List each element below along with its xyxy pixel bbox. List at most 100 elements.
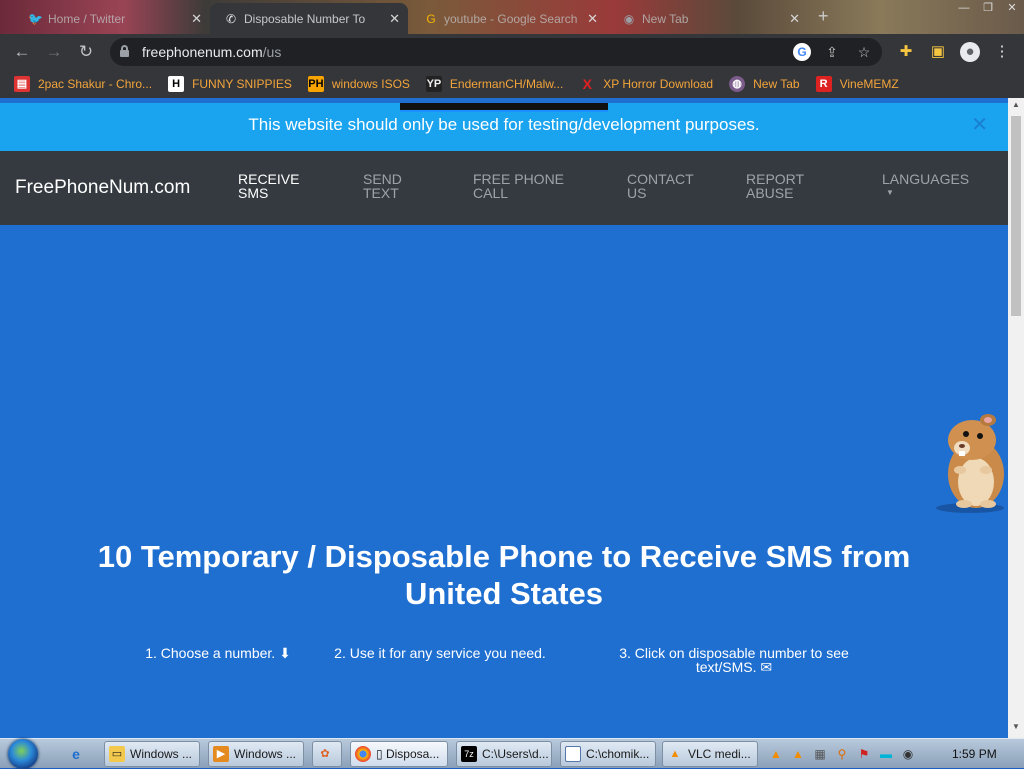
taskbar-item-folder-window[interactable]: C:\chomik...	[560, 741, 656, 767]
taskbar-item-explorer[interactable]: ▭ Windows ...	[104, 741, 200, 767]
search-tray-icon[interactable]: ⚲	[831, 747, 853, 761]
volume-tray-icon[interactable]: ◉	[897, 747, 919, 761]
taskbar-item-media-player[interactable]: ▶ Windows ...	[208, 741, 304, 767]
url-domain: freephonenum.com	[142, 44, 263, 60]
back-button[interactable]: ←	[12, 42, 32, 62]
nav-report-abuse[interactable]: REPORT ABUSE	[746, 172, 804, 200]
bookmark-new-tab[interactable]: ◍ New Tab	[729, 76, 800, 92]
restore-icon[interactable]: ❐	[976, 0, 1000, 18]
nav-languages-dropdown[interactable]: LANGUAGES ▼	[882, 172, 969, 200]
bookmark-label: XP Horror Download	[603, 77, 714, 91]
7zip-icon: 7z	[461, 746, 477, 762]
nav-receive-sms[interactable]: RECEIVE SMS	[238, 172, 299, 200]
site-brand[interactable]: FreePhoneNum.com	[15, 177, 190, 199]
network-tray-icon[interactable]: ▦	[809, 747, 831, 761]
step-choose-number: 1. Choose a number. ⬇	[140, 646, 296, 660]
close-icon[interactable]: ✕	[191, 11, 202, 27]
bookmark-funny-snippies[interactable]: H FUNNY SNIPPIES	[168, 76, 292, 92]
bookmark-label: VineMEMZ	[839, 77, 899, 91]
tab-google-search[interactable]: G youtube - Google Search ✕	[410, 3, 606, 34]
extensions-icon[interactable]: ✚	[896, 42, 916, 62]
step-text: 2. Use it for any service you need.	[334, 645, 546, 661]
nav-send-text[interactable]: SEND TEXT	[363, 172, 402, 200]
close-icon[interactable]: ✕	[389, 11, 400, 27]
menu-kebab-icon[interactable]: ⋮	[992, 42, 1012, 62]
internet-explorer-icon[interactable]: e	[66, 744, 86, 764]
tab-twitter[interactable]: 🐦 Home / Twitter ✕	[14, 3, 210, 34]
new-tab-button[interactable]: +	[818, 6, 829, 27]
phone-icon: ✆	[225, 11, 237, 26]
vlc-tray-icon[interactable]: ▲	[787, 747, 809, 761]
system-tray: ▲ ▲ ▦ ⚲ ⚑ ▬ ◉	[765, 743, 919, 765]
scrollbar-thumb[interactable]	[1011, 116, 1021, 316]
lock-icon[interactable]	[120, 45, 129, 57]
vlc-tray-icon[interactable]: ▲	[765, 747, 787, 761]
bookmark-label: New Tab	[753, 77, 800, 91]
globe-icon: ◉	[623, 11, 635, 26]
step-text: text/SMS. ✉	[695, 659, 773, 675]
h-logo-icon: H	[168, 76, 185, 92]
close-window-icon[interactable]: ✕	[1000, 0, 1024, 18]
bookmark-windows-isos[interactable]: PH windows ISOS	[307, 76, 410, 92]
close-icon[interactable]: ✕	[971, 103, 988, 147]
taskbar-label: VLC medi...	[688, 747, 751, 761]
bookmark-star-icon[interactable]: ☆	[855, 43, 873, 61]
url-text: freephonenum.com/us	[142, 44, 281, 60]
taskbar-label: ▯ Disposa...	[376, 747, 440, 761]
scroll-up-arrow-icon[interactable]: ▲	[1008, 100, 1024, 114]
taskbar-clock[interactable]: 1:59 PM	[952, 747, 997, 761]
step-text: 1. Choose a number. ⬇	[145, 645, 291, 661]
page-scrollbar[interactable]: ▲ ▼	[1008, 98, 1024, 738]
hamster-mascot-icon[interactable]	[926, 404, 1008, 514]
browser-toolbar: ← → ↻ freephonenum.com/us G ⇪ ☆ ✚ ▣ ● ⋮	[0, 34, 1024, 70]
bookmark-endermanch[interactable]: YP EndermanCH/Malw...	[425, 76, 563, 92]
window-icon	[565, 746, 581, 762]
side-panel-icon[interactable]: ▣	[928, 42, 948, 62]
nav-free-phone-call[interactable]: FREE PHONE CALL	[473, 172, 564, 200]
google-lens-icon[interactable]: G	[793, 43, 811, 61]
taskbar-item-app[interactable]: ✿	[312, 741, 342, 767]
web-page: This website should only be used for tes…	[0, 98, 1008, 738]
share-icon[interactable]: ⇪	[823, 43, 841, 61]
profile-avatar-icon[interactable]: ●	[960, 42, 980, 62]
tab-new-tab[interactable]: ◉ New Tab ✕	[608, 3, 808, 34]
display-tray-icon[interactable]: ▬	[875, 747, 897, 761]
folder-icon: ▭	[109, 746, 125, 762]
bookmark-xp-horror[interactable]: X XP Horror Download	[579, 76, 714, 92]
scroll-down-arrow-icon[interactable]: ▼	[1008, 722, 1024, 736]
bookmark-label: windows ISOS	[331, 77, 410, 91]
reload-button[interactable]: ↻	[76, 42, 96, 62]
tab-title: New Tab	[642, 11, 689, 26]
nav-label: CALL	[473, 185, 509, 201]
nav-label: LANGUAGES	[882, 171, 970, 187]
nav-label: US	[627, 185, 647, 201]
hero-title: 10 Temporary / Disposable Phone to Recei…	[60, 538, 948, 612]
tab-title: Home / Twitter	[48, 11, 126, 26]
taskbar-label: Windows ...	[130, 747, 193, 761]
taskbar-item-vlc[interactable]: ▲ VLC medi...	[662, 741, 758, 767]
address-bar[interactable]: freephonenum.com/us G ⇪ ☆	[110, 38, 882, 66]
forward-button[interactable]: →	[44, 42, 64, 62]
close-icon[interactable]: ✕	[587, 11, 598, 27]
nav-contact-us[interactable]: CONTACT US	[627, 172, 694, 200]
close-icon[interactable]: ✕	[789, 11, 800, 27]
taskbar-item-chrome[interactable]: ▯ Disposa...	[350, 741, 448, 767]
taskbar-item-7zip[interactable]: 7z C:\Users\d...	[456, 741, 552, 767]
bookmark-label: 2pac Shakur - Chro...	[38, 77, 153, 91]
taskbar-label: C:\chomik...	[586, 747, 650, 761]
minimize-icon[interactable]: —	[952, 0, 976, 18]
nav-label: SMS	[238, 185, 269, 201]
bag-icon: ▤	[14, 76, 30, 92]
site-navbar: FreePhoneNum.com RECEIVE SMS SEND TEXT FRE…	[0, 151, 1008, 225]
flag-tray-icon[interactable]: ⚑	[853, 747, 875, 761]
tab-strip: 🐦 Home / Twitter ✕ ✆ Disposable Number T…	[0, 0, 1024, 34]
bookmark-vinememz[interactable]: R VineMEMZ	[815, 76, 899, 92]
bookmark-2pac[interactable]: ▤ 2pac Shakur - Chro...	[14, 76, 152, 92]
bookmark-label: FUNNY SNIPPIES	[192, 77, 292, 91]
tab-disposable-number[interactable]: ✆ Disposable Number To ✕	[210, 3, 408, 34]
google-icon: G	[426, 11, 436, 26]
start-button-orb[interactable]	[8, 739, 38, 769]
hero-title-line: 10 Temporary / Disposable Phone to Recei…	[97, 539, 911, 574]
url-path: /us	[262, 44, 282, 60]
tab-title: Disposable Number To	[244, 11, 366, 26]
